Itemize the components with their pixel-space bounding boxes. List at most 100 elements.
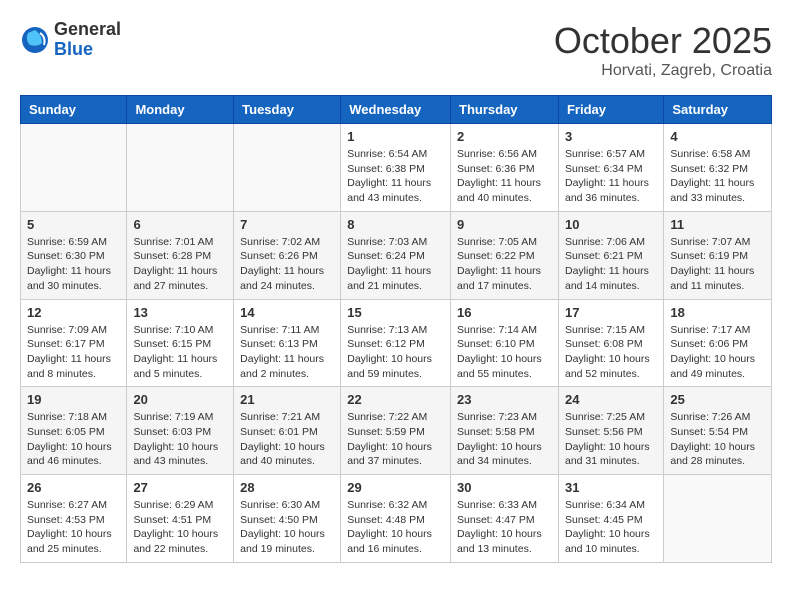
calendar-week-row: 26 Sunrise: 6:27 AMSunset: 4:53 PMDayligh… (21, 475, 772, 563)
day-number: 13 (133, 305, 227, 320)
calendar-day-cell: 2 Sunrise: 6:56 AMSunset: 6:36 PMDaylight… (451, 124, 559, 212)
day-number: 5 (27, 217, 120, 232)
day-number: 31 (565, 480, 657, 495)
calendar-day-cell (234, 124, 341, 212)
calendar-day-cell: 21 Sunrise: 7:21 AMSunset: 6:01 PMDayligh… (234, 387, 341, 475)
calendar-day-cell: 11Sunrise: 7:07 AMSunset: 6:19 PMDayligh… (664, 211, 772, 299)
day-info: Sunrise: 7:11 AMSunset: 6:13 PMDaylight:… (240, 323, 334, 382)
day-info: Sunrise: 7:02 AMSunset: 6:26 PMDaylight:… (240, 235, 334, 294)
calendar-day-cell: 12 Sunrise: 7:09 AMSunset: 6:17 PMDayligh… (21, 299, 127, 387)
day-number: 21 (240, 392, 334, 407)
logo-general-text: General (54, 20, 121, 40)
day-number: 24 (565, 392, 657, 407)
day-number: 2 (457, 129, 552, 144)
day-info: Sunrise: 7:26 AMSunset: 5:54 PMDaylight:… (670, 410, 765, 469)
day-info: Sunrise: 7:15 AMSunset: 6:08 PMDaylight:… (565, 323, 657, 382)
calendar-day-cell: 8 Sunrise: 7:03 AMSunset: 6:24 PMDaylight… (341, 211, 451, 299)
day-number: 9 (457, 217, 552, 232)
day-number: 14 (240, 305, 334, 320)
day-info: Sunrise: 7:01 AMSunset: 6:28 PMDaylight:… (133, 235, 227, 294)
day-number: 6 (133, 217, 227, 232)
day-info: Sunrise: 6:29 AMSunset: 4:51 PMDaylight:… (133, 498, 227, 557)
calendar-day-cell (127, 124, 234, 212)
day-info: Sunrise: 6:32 AMSunset: 4:48 PMDaylight:… (347, 498, 444, 557)
day-info: Sunrise: 6:34 AMSunset: 4:45 PMDaylight:… (565, 498, 657, 557)
weekday-header-tuesday: Tuesday (234, 96, 341, 124)
day-number: 19 (27, 392, 120, 407)
calendar-day-cell: 1Sunrise: 6:54 AMSunset: 6:38 PMDaylight… (341, 124, 451, 212)
logo-blue-text: Blue (54, 40, 121, 60)
day-info: Sunrise: 7:18 AMSunset: 6:05 PMDaylight:… (27, 410, 120, 469)
day-info: Sunrise: 7:03 AMSunset: 6:24 PMDaylight:… (347, 235, 444, 294)
calendar-table: SundayMondayTuesdayWednesdayThursdayFrid… (20, 95, 772, 563)
calendar-day-cell: 29 Sunrise: 6:32 AMSunset: 4:48 PMDayligh… (341, 475, 451, 563)
day-number: 1 (347, 129, 444, 144)
day-number: 10 (565, 217, 657, 232)
day-number: 29 (347, 480, 444, 495)
calendar-day-cell: 28 Sunrise: 6:30 AMSunset: 4:50 PMDayligh… (234, 475, 341, 563)
weekday-header-monday: Monday (127, 96, 234, 124)
calendar-week-row: 12 Sunrise: 7:09 AMSunset: 6:17 PMDayligh… (21, 299, 772, 387)
day-info: Sunrise: 6:58 AMSunset: 6:32 PMDaylight:… (670, 147, 765, 206)
day-info: Sunrise: 7:25 AMSunset: 5:56 PMDaylight:… (565, 410, 657, 469)
day-number: 28 (240, 480, 334, 495)
calendar-day-cell: 17 Sunrise: 7:15 AMSunset: 6:08 PMDayligh… (558, 299, 663, 387)
day-number: 17 (565, 305, 657, 320)
calendar-day-cell: 30Sunrise: 6:33 AMSunset: 4:47 PMDayligh… (451, 475, 559, 563)
day-info: Sunrise: 7:22 AMSunset: 5:59 PMDaylight:… (347, 410, 444, 469)
calendar-day-cell: 16 Sunrise: 7:14 AMSunset: 6:10 PMDayligh… (451, 299, 559, 387)
calendar-day-cell (21, 124, 127, 212)
calendar-day-cell: 27 Sunrise: 6:29 AMSunset: 4:51 PMDayligh… (127, 475, 234, 563)
day-number: 27 (133, 480, 227, 495)
day-number: 4 (670, 129, 765, 144)
calendar-day-cell: 18 Sunrise: 7:17 AMSunset: 6:06 PMDayligh… (664, 299, 772, 387)
day-number: 30 (457, 480, 552, 495)
day-info: Sunrise: 7:17 AMSunset: 6:06 PMDaylight:… (670, 323, 765, 382)
calendar-day-cell: 13 Sunrise: 7:10 AMSunset: 6:15 PMDayligh… (127, 299, 234, 387)
calendar-day-cell: 6 Sunrise: 7:01 AMSunset: 6:28 PMDaylight… (127, 211, 234, 299)
day-number: 20 (133, 392, 227, 407)
day-number: 15 (347, 305, 444, 320)
day-number: 25 (670, 392, 765, 407)
day-info: Sunrise: 7:06 AMSunset: 6:21 PMDaylight:… (565, 235, 657, 294)
day-number: 26 (27, 480, 120, 495)
day-number: 11 (670, 217, 765, 232)
calendar-day-cell: 3 Sunrise: 6:57 AMSunset: 6:34 PMDaylight… (558, 124, 663, 212)
calendar-day-cell: 4 Sunrise: 6:58 AMSunset: 6:32 PMDaylight… (664, 124, 772, 212)
day-number: 23 (457, 392, 552, 407)
weekday-header-friday: Friday (558, 96, 663, 124)
calendar-day-cell: 26 Sunrise: 6:27 AMSunset: 4:53 PMDayligh… (21, 475, 127, 563)
day-number: 7 (240, 217, 334, 232)
calendar-day-cell: 14 Sunrise: 7:11 AMSunset: 6:13 PMDayligh… (234, 299, 341, 387)
day-info: Sunrise: 6:57 AMSunset: 6:34 PMDaylight:… (565, 147, 657, 206)
calendar-day-cell (664, 475, 772, 563)
day-number: 8 (347, 217, 444, 232)
calendar-day-cell: 25 Sunrise: 7:26 AMSunset: 5:54 PMDayligh… (664, 387, 772, 475)
calendar-week-row: 5Sunrise: 6:59 AMSunset: 6:30 PMDaylight… (21, 211, 772, 299)
day-info: Sunrise: 7:14 AMSunset: 6:10 PMDaylight:… (457, 323, 552, 382)
logo: General Blue (20, 20, 121, 60)
page-header: General Blue October 2025 Horvati, Zagre… (20, 20, 772, 80)
day-info: Sunrise: 6:27 AMSunset: 4:53 PMDaylight:… (27, 498, 120, 557)
calendar-week-row: 19 Sunrise: 7:18 AMSunset: 6:05 PMDayligh… (21, 387, 772, 475)
day-number: 3 (565, 129, 657, 144)
calendar-day-cell: 19 Sunrise: 7:18 AMSunset: 6:05 PMDayligh… (21, 387, 127, 475)
title-section: October 2025 Horvati, Zagreb, Croatia (554, 20, 772, 80)
calendar-day-cell: 23Sunrise: 7:23 AMSunset: 5:58 PMDayligh… (451, 387, 559, 475)
weekday-header-row: SundayMondayTuesdayWednesdayThursdayFrid… (21, 96, 772, 124)
day-number: 16 (457, 305, 552, 320)
logo-text: General Blue (54, 20, 121, 60)
location: Horvati, Zagreb, Croatia (554, 62, 772, 80)
day-info: Sunrise: 7:10 AMSunset: 6:15 PMDaylight:… (133, 323, 227, 382)
day-info: Sunrise: 7:21 AMSunset: 6:01 PMDaylight:… (240, 410, 334, 469)
day-info: Sunrise: 6:56 AMSunset: 6:36 PMDaylight:… (457, 147, 552, 206)
calendar-day-cell: 9Sunrise: 7:05 AMSunset: 6:22 PMDaylight… (451, 211, 559, 299)
calendar-day-cell: 20Sunrise: 7:19 AMSunset: 6:03 PMDayligh… (127, 387, 234, 475)
day-number: 12 (27, 305, 120, 320)
day-info: Sunrise: 7:09 AMSunset: 6:17 PMDaylight:… (27, 323, 120, 382)
month-title: October 2025 (554, 20, 772, 62)
day-number: 18 (670, 305, 765, 320)
calendar-week-row: 1Sunrise: 6:54 AMSunset: 6:38 PMDaylight… (21, 124, 772, 212)
weekday-header-thursday: Thursday (451, 96, 559, 124)
day-info: Sunrise: 6:30 AMSunset: 4:50 PMDaylight:… (240, 498, 334, 557)
